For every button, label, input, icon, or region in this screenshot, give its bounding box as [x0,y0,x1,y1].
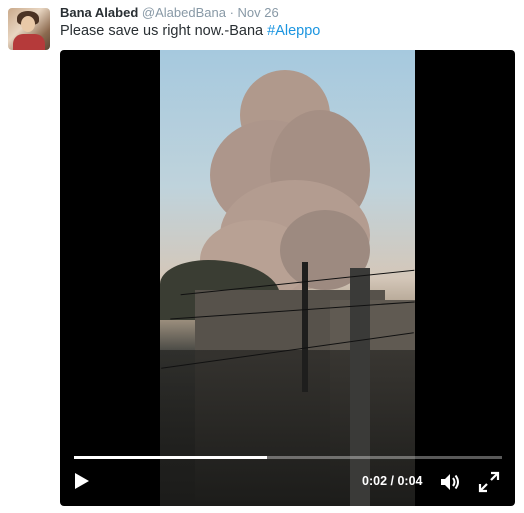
author-handle[interactable]: @AlabedBana [142,5,226,20]
video-progress-fill [74,456,267,459]
duration: 0:04 [397,474,423,488]
current-time: 0:02 [362,474,388,488]
volume-button[interactable] [438,470,462,494]
video-progress-bar[interactable] [74,456,502,459]
fullscreen-button[interactable] [478,471,500,493]
avatar-shirt [13,34,45,50]
hashtag-link[interactable]: #Aleppo [267,23,320,39]
tweet-body: Please save us right now.-Bana [60,23,268,39]
video-frame [160,50,415,506]
video-time: 0:02 / 0:04 [362,474,422,488]
tweet-date[interactable]: Nov 26 [238,5,279,20]
avatar-face [21,16,35,32]
video-player[interactable]: 0:02 / 0:04 [60,50,515,506]
volume-icon [441,474,459,490]
author-avatar[interactable] [8,8,50,50]
fullscreen-icon [478,471,500,493]
tweet-text: Please save us right now.-Bana #Aleppo [60,23,320,39]
tweet-header: Bana Alabed @AlabedBana · Nov 26 [60,5,279,20]
author-name[interactable]: Bana Alabed [60,5,138,20]
time-separator: / [387,474,398,488]
utility-pole [350,268,370,506]
play-button[interactable] [70,468,94,494]
header-separator: · [229,5,234,20]
